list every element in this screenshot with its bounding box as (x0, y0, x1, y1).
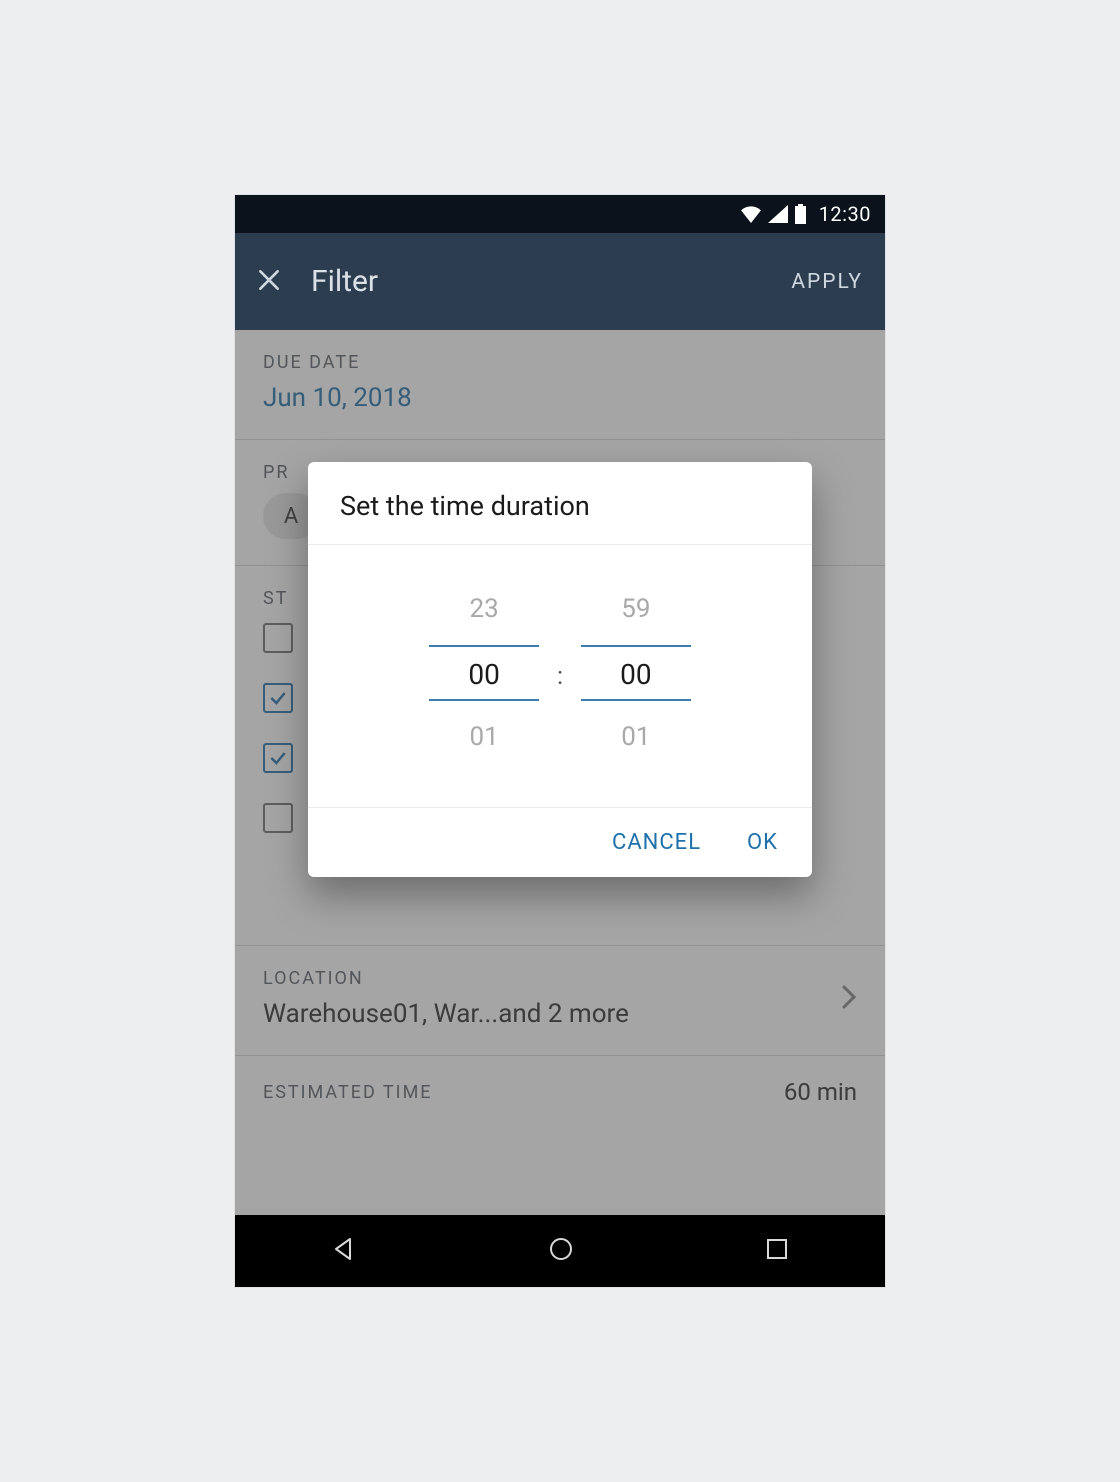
close-button[interactable] (245, 258, 293, 306)
app-bar: Filter APPLY (235, 233, 885, 330)
recents-button[interactable] (764, 1236, 790, 1266)
android-nav-bar (235, 1215, 885, 1287)
hours-picker[interactable]: 23 00 01 (429, 587, 539, 759)
due-date-value: Jun 10, 2018 (263, 383, 857, 413)
location-value: Warehouse01, War...and 2 more (263, 999, 629, 1029)
status-time: 12:30 (819, 202, 871, 226)
status-checkbox[interactable] (263, 803, 293, 833)
hours-next: 01 (429, 715, 539, 759)
duration-pickers: 23 00 01 : 59 00 01 (308, 545, 812, 807)
device-frame: 12:30 Filter APPLY DUE DATE Jun 10, 2018… (235, 195, 885, 1287)
apply-button[interactable]: APPLY (791, 270, 863, 294)
dialog-actions: CANCEL OK (308, 807, 812, 877)
due-date-label: DUE DATE (263, 352, 857, 373)
chevron-right-icon (841, 984, 857, 1014)
status-checkbox[interactable] (263, 623, 293, 653)
cellular-icon (768, 205, 788, 223)
dialog-title: Set the time duration (308, 462, 812, 545)
estimated-time-value: 60 min (784, 1078, 857, 1106)
status-bar: 12:30 (235, 195, 885, 233)
location-section[interactable]: LOCATION Warehouse01, War...and 2 more (235, 946, 885, 1056)
battery-icon (794, 204, 807, 224)
hours-prev: 23 (429, 587, 539, 631)
status-checkbox[interactable] (263, 683, 293, 713)
minutes-prev: 59 (581, 587, 691, 631)
home-button[interactable] (547, 1235, 575, 1267)
minutes-current: 00 (581, 645, 691, 701)
cancel-button[interactable]: CANCEL (612, 830, 701, 855)
time-separator: : (557, 656, 563, 690)
estimated-time-label: ESTIMATED TIME (263, 1082, 433, 1103)
wifi-icon (740, 205, 762, 223)
close-icon (256, 267, 282, 297)
page-title: Filter (311, 264, 791, 299)
back-button[interactable] (330, 1235, 358, 1267)
duration-dialog: Set the time duration 23 00 01 : 59 00 0… (308, 462, 812, 877)
hours-current: 00 (429, 645, 539, 701)
minutes-picker[interactable]: 59 00 01 (581, 587, 691, 759)
estimated-time-section[interactable]: ESTIMATED TIME 60 min (235, 1056, 885, 1132)
minutes-next: 01 (581, 715, 691, 759)
status-checkbox[interactable] (263, 743, 293, 773)
filter-content: DUE DATE Jun 10, 2018 PR A ST (235, 330, 885, 1215)
location-label: LOCATION (263, 968, 629, 989)
due-date-section[interactable]: DUE DATE Jun 10, 2018 (235, 330, 885, 440)
ok-button[interactable]: OK (747, 830, 778, 855)
